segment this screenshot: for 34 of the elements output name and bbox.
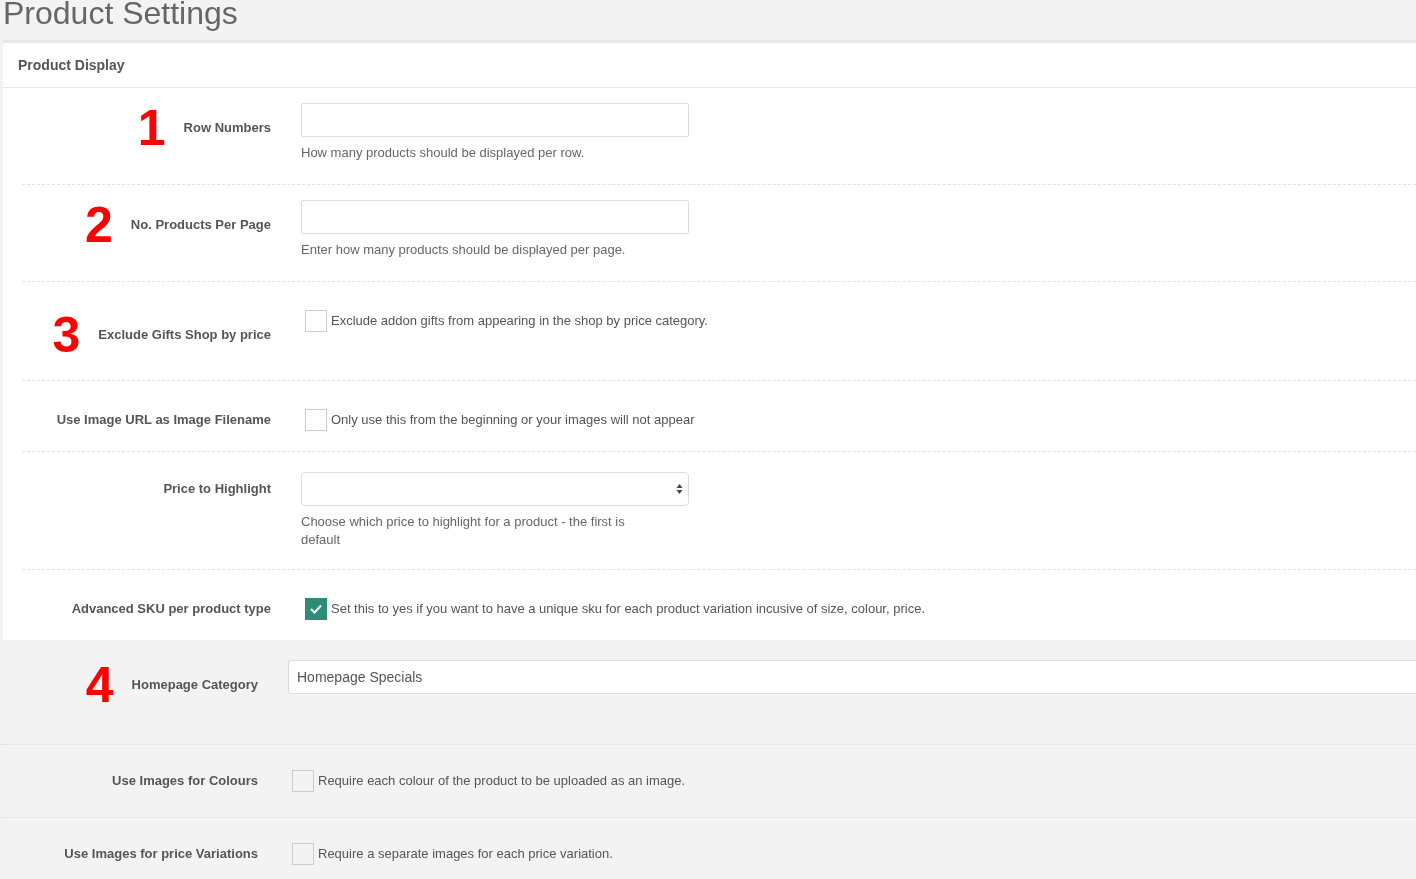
help-text: How many products should be displayed per row.: [301, 144, 586, 162]
checkbox[interactable]: [305, 598, 327, 620]
field-label: Row Numbers: [183, 119, 271, 138]
field-label: Use Images for price Variations: [64, 845, 258, 864]
checkbox[interactable]: [292, 843, 314, 865]
text-field[interactable]: [301, 200, 689, 234]
dropdown-arrows-icon: [676, 483, 683, 495]
field-label: Price to Highlight: [163, 480, 271, 499]
page-title: Product Settings: [3, 0, 239, 33]
checkbox[interactable]: [292, 770, 314, 792]
annotation-number: 4: [85, 660, 114, 710]
field-label: No. Products Per Page: [130, 216, 271, 235]
select-field[interactable]: [301, 472, 689, 506]
checkbox[interactable]: [305, 409, 327, 431]
field-label: Advanced SKU per product type: [71, 600, 271, 619]
checkmark-icon: [310, 604, 322, 614]
checkbox-description: Exclude addon gifts from appearing in the shop by price category.: [331, 312, 708, 331]
annotation-number: 2: [85, 200, 113, 250]
text-field[interactable]: [301, 103, 689, 137]
checkbox-description: Require each colour of the product to be uploaded as an image.: [318, 772, 686, 791]
checkbox[interactable]: [305, 310, 327, 332]
checkbox-description: Set this to yes if you want to have a unique sku for each product variation incusive of size, colour, price.: [331, 600, 925, 619]
field-label: Use Images for Colours: [112, 772, 258, 791]
help-text: Enter how many products should be displayed per page.: [301, 241, 627, 259]
panel-title: Product Display: [3, 43, 1416, 88]
field-label: Homepage Category: [131, 676, 258, 695]
help-text: Choose which price to highlight for a product - the first is default: [301, 513, 626, 549]
field-label: Exclude Gifts Shop by price: [98, 326, 271, 345]
checkbox-description: Require a separate images for each price variation.: [318, 845, 613, 864]
checkbox-description: Only use this from the beginning or your images will not appear: [331, 411, 695, 430]
annotation-number: 3: [52, 310, 81, 360]
annotation-number: 1: [137, 103, 166, 153]
field-label: Use Image URL as Image Filename: [56, 411, 271, 430]
text-field[interactable]: Homepage Specials: [288, 660, 1416, 694]
